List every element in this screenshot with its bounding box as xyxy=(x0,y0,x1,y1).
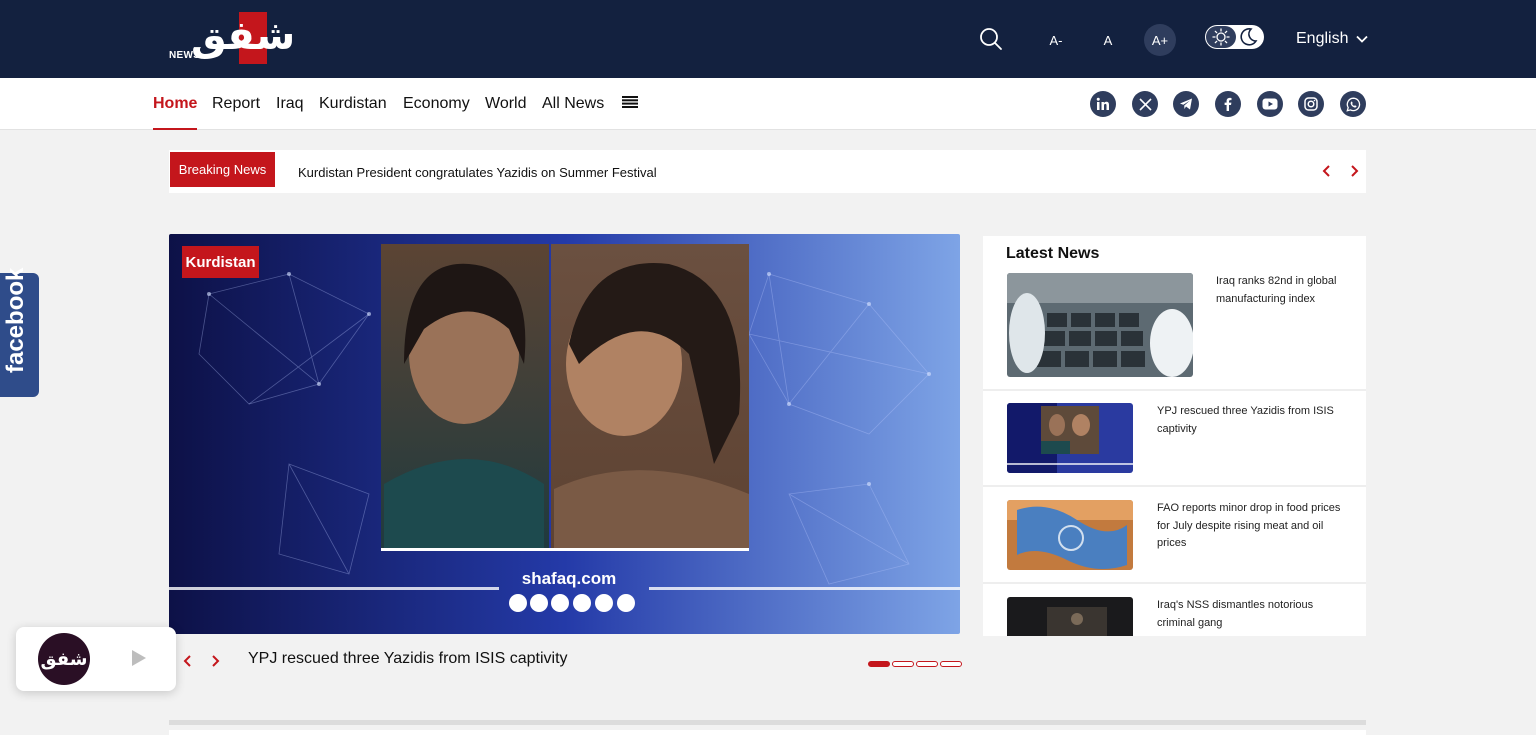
x-icon[interactable] xyxy=(1132,91,1158,117)
facebook-icon[interactable] xyxy=(1215,91,1241,117)
latest-news-title: Latest News xyxy=(1006,245,1100,262)
radio-logo[interactable]: شفق xyxy=(38,633,90,685)
news-thumbnail xyxy=(1007,403,1133,473)
logo-arabic-text: شفق xyxy=(191,13,296,59)
list-item[interactable]: YPJ rescued three Yazidis from ISIS capt… xyxy=(983,403,1366,485)
breaking-news-label: Breaking News xyxy=(170,152,275,187)
hero-slide-image[interactable]: shafaq.com xyxy=(169,234,960,634)
top-bar: شفق NEWS A- A A+ English xyxy=(0,0,1536,78)
nav-item-economy[interactable]: Economy xyxy=(403,95,470,113)
breaking-next-icon[interactable] xyxy=(1347,162,1361,180)
youtube-icon[interactable] xyxy=(1257,91,1283,117)
slide-dot-3[interactable] xyxy=(916,661,938,667)
language-selector[interactable]: English xyxy=(1296,30,1369,48)
search-icon[interactable] xyxy=(979,27,1003,51)
nav-item-all-news[interactable]: All News xyxy=(542,95,604,113)
breaking-prev-icon[interactable] xyxy=(1320,162,1334,180)
slide-dot-1[interactable] xyxy=(868,661,890,667)
divider xyxy=(983,582,1366,584)
hero-prev-icon[interactable] xyxy=(182,653,194,669)
list-item[interactable]: Iraq ranks 82nd in global manufacturing … xyxy=(983,272,1366,388)
telegram-icon[interactable] xyxy=(1173,91,1199,117)
news-thumbnail xyxy=(1007,273,1193,377)
facebook-side-label: facebook xyxy=(2,267,29,373)
section-divider xyxy=(169,720,1366,725)
whatsapp-icon[interactable] xyxy=(1340,91,1366,117)
list-item[interactable]: Iraq's NSS dismantles notorious criminal… xyxy=(983,597,1366,636)
nav-item-kurdistan[interactable]: Kurdistan xyxy=(319,95,387,113)
slide-dot-4[interactable] xyxy=(940,661,962,667)
hero-next-icon[interactable] xyxy=(209,653,221,669)
nav-item-world[interactable]: World xyxy=(485,95,527,113)
breaking-news-headline[interactable]: Kurdistan President congratulates Yazidi… xyxy=(298,165,657,180)
nav-item-home[interactable]: Home xyxy=(153,95,197,113)
facebook-side-tab[interactable]: facebook xyxy=(0,268,39,397)
news-thumbnail xyxy=(1007,597,1133,636)
nav-item-iraq[interactable]: Iraq xyxy=(276,95,304,113)
site-logo[interactable]: شفق NEWS xyxy=(169,12,295,66)
sun-icon xyxy=(1206,26,1236,48)
hero-headline[interactable]: YPJ rescued three Yazidis from ISIS capt… xyxy=(248,650,568,668)
font-normal-button[interactable]: A xyxy=(1092,24,1124,56)
font-increase-button[interactable]: A+ xyxy=(1144,24,1176,56)
latest-news-headline[interactable]: Iraq ranks 82nd in global manufacturing … xyxy=(1216,273,1351,308)
next-section-card xyxy=(169,730,1366,735)
play-icon[interactable] xyxy=(130,648,148,668)
divider xyxy=(983,389,1366,391)
font-decrease-button[interactable]: A- xyxy=(1040,24,1072,56)
menu-icon[interactable] xyxy=(622,95,638,108)
chevron-down-icon xyxy=(1356,30,1369,48)
latest-news-headline[interactable]: FAO reports minor drop in food prices fo… xyxy=(1157,500,1347,553)
linkedin-icon[interactable] xyxy=(1090,91,1116,117)
nav-item-report[interactable]: Report xyxy=(212,95,260,113)
divider xyxy=(983,485,1366,487)
hero-category-tag[interactable]: Kurdistan xyxy=(182,246,259,278)
theme-toggle[interactable] xyxy=(1205,25,1264,49)
breaking-news-bar: Breaking News Kurdistan President congra… xyxy=(169,150,1366,193)
instagram-icon[interactable] xyxy=(1298,91,1324,117)
list-item[interactable]: FAO reports minor drop in food prices fo… xyxy=(983,500,1366,582)
news-thumbnail xyxy=(1007,500,1133,570)
latest-news-headline[interactable]: Iraq's NSS dismantles notorious criminal… xyxy=(1157,597,1347,632)
language-label: English xyxy=(1296,30,1349,47)
radio-player: شفق xyxy=(16,627,176,691)
nav-active-indicator xyxy=(153,128,197,130)
moon-icon xyxy=(1238,27,1258,47)
latest-news-headline[interactable]: YPJ rescued three Yazidis from ISIS capt… xyxy=(1157,403,1347,438)
slide-dot-2[interactable] xyxy=(892,661,914,667)
logo-news-text: NEWS xyxy=(169,50,201,61)
latest-news-panel: Latest News Iraq ranks 82nd in global ma… xyxy=(983,236,1366,636)
hero-watermark: shafaq.com xyxy=(522,569,616,588)
